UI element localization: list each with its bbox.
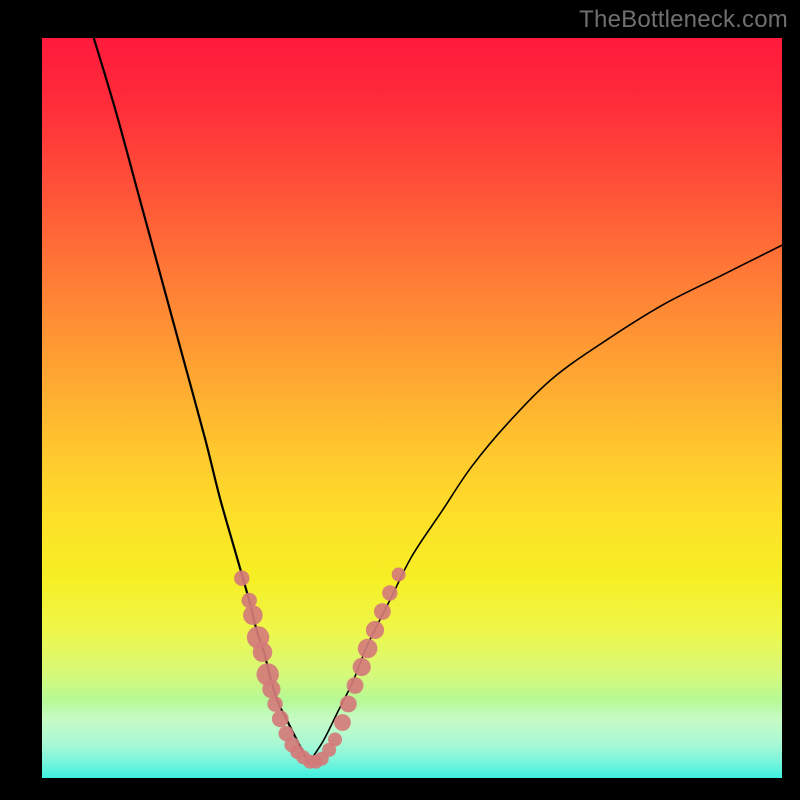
data-marker bbox=[328, 733, 342, 747]
data-marker bbox=[234, 571, 249, 586]
data-marker bbox=[340, 696, 357, 713]
data-marker bbox=[374, 603, 391, 620]
data-marker bbox=[353, 658, 371, 676]
curve-left_branch bbox=[94, 38, 309, 763]
data-marker bbox=[267, 696, 282, 711]
data-marker bbox=[253, 642, 273, 662]
data-marker bbox=[366, 621, 384, 639]
data-marker bbox=[243, 605, 263, 625]
chart-frame: TheBottleneck.com bbox=[0, 0, 800, 800]
data-marker bbox=[272, 710, 289, 727]
data-marker bbox=[347, 677, 364, 694]
data-marker bbox=[392, 568, 406, 582]
watermark-text: TheBottleneck.com bbox=[579, 6, 788, 34]
curve-right_branch bbox=[308, 245, 782, 763]
data-marker bbox=[358, 639, 378, 659]
data-marker bbox=[262, 680, 280, 698]
curve-svg bbox=[42, 38, 782, 778]
plot-area bbox=[42, 38, 782, 778]
data-marker bbox=[334, 714, 351, 731]
data-marker bbox=[382, 585, 397, 600]
